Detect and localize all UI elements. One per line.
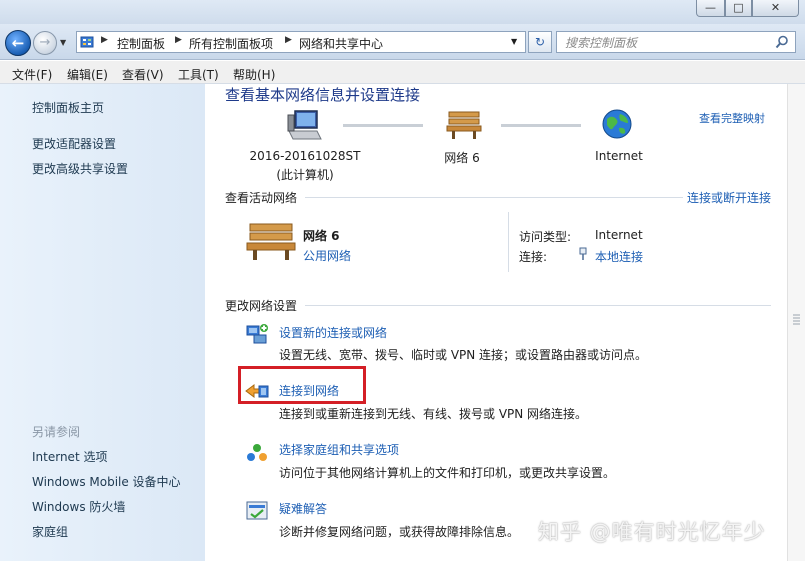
breadcrumb-separator[interactable]: ▶ — [285, 35, 292, 45]
setup-new-connection-desc: 设置无线、宽带、拨号、临时或 VPN 连接；或设置路由器或访问点。 — [279, 348, 648, 362]
connect-to-network-desc: 连接到或重新连接到无线、有线、拨号或 VPN 网络连接。 — [279, 407, 588, 421]
sidebar-link-advanced-sharing[interactable]: 更改高级共享设置 — [32, 160, 128, 177]
section-divider — [305, 197, 683, 198]
menu-edit[interactable]: 编辑(E) — [67, 66, 108, 83]
address-dropdown-icon[interactable]: ▼ — [511, 37, 517, 46]
computer-subtitle: (此计算机) — [276, 168, 334, 182]
breadcrumb-separator[interactable]: ▶ — [175, 35, 182, 45]
close-button[interactable]: ✕ — [752, 0, 799, 17]
homegroup-icon — [247, 444, 267, 461]
control-panel-icon — [80, 36, 94, 48]
breadcrumb-control-panel[interactable]: 控制面板 — [117, 35, 165, 52]
search-icon[interactable] — [775, 35, 789, 49]
homegroup-sharing-link[interactable]: 选择家庭组和共享选项 — [279, 441, 399, 458]
search-box[interactable] — [556, 31, 796, 53]
breadcrumb-separator[interactable]: ▶ — [101, 35, 108, 45]
bench-icon — [446, 111, 482, 139]
connections-label: 连接: — [519, 250, 548, 264]
section-divider — [305, 305, 771, 306]
highlight-box — [238, 366, 366, 404]
sidebar-link-adapter-settings[interactable]: 更改适配器设置 — [32, 135, 116, 152]
sidebar-link-windows-firewall[interactable]: Windows 防火墙 — [32, 498, 125, 515]
left-nav-pane: 控制面板主页 更改适配器设置 更改高级共享设置 另请参阅 Internet 选项… — [0, 84, 205, 561]
forward-button[interactable]: → — [33, 31, 57, 55]
menu-help[interactable]: 帮助(H) — [233, 66, 275, 83]
sidebar-link-control-panel-home[interactable]: 控制面板主页 — [32, 99, 104, 116]
map-connector — [343, 124, 423, 127]
map-internet-label: Internet — [595, 149, 643, 163]
vertical-divider — [508, 212, 509, 272]
breadcrumb-network-center[interactable]: 网络和共享中心 — [299, 35, 383, 52]
computer-icon — [287, 110, 322, 140]
refresh-button[interactable]: ↻ — [528, 31, 552, 53]
access-type-value: Internet — [595, 228, 643, 242]
menu-file[interactable]: 文件(F) — [12, 66, 52, 83]
ethernet-icon — [579, 247, 587, 260]
maximize-button[interactable]: □ — [725, 0, 752, 17]
search-input[interactable] — [565, 35, 765, 50]
map-connector — [501, 124, 581, 127]
network-bench-icon — [246, 223, 296, 260]
active-network-name: 网络 6 — [303, 229, 340, 243]
main-content: 查看基本网络信息并设置连接 查看完整映射 2016-20161028ST (此计… — [205, 84, 805, 561]
troubleshoot-desc: 诊断并修复网络问题，或获得故障排除信息。 — [279, 525, 520, 539]
see-also-heading: 另请参阅 — [32, 425, 81, 439]
setup-new-connection-link[interactable]: 设置新的连接或网络 — [279, 324, 387, 341]
address-bar[interactable]: ▶ 控制面板 ▶ 所有控制面板项 ▶ 网络和共享中心 ▼ — [76, 31, 526, 53]
page-title: 查看基本网络信息并设置连接 — [225, 86, 421, 104]
menu-view[interactable]: 查看(V) — [122, 66, 164, 83]
homegroup-sharing-desc: 访问位于其他网络计算机上的文件和打印机，或更改共享设置。 — [279, 466, 616, 480]
menu-tools[interactable]: 工具(T) — [178, 66, 219, 83]
sidebar-link-homegroup[interactable]: 家庭组 — [32, 523, 68, 540]
title-bar: — □ ✕ — [0, 0, 805, 24]
change-settings-label: 更改网络设置 — [225, 299, 298, 313]
access-type-label: 访问类型: — [519, 230, 572, 244]
view-full-map-link[interactable]: 查看完整映射 — [699, 110, 765, 126]
watermark: 知乎 @唯有时光忆年少 — [538, 520, 766, 544]
scrollbar[interactable] — [787, 84, 805, 561]
new-connection-icon — [246, 324, 268, 344]
navigation-bar: ← → ▼ ▶ 控制面板 ▶ 所有控制面板项 ▶ 网络和共享中心 ▼ ↻ — [0, 24, 805, 60]
recent-pages-dropdown[interactable]: ▼ — [60, 38, 66, 47]
scroll-grip-icon[interactable] — [791, 299, 802, 339]
computer-name: 2016-20161028ST — [249, 149, 361, 163]
local-connection-link[interactable]: 本地连接 — [595, 248, 643, 265]
active-networks-label: 查看活动网络 — [225, 191, 298, 205]
troubleshoot-icon — [246, 501, 268, 520]
sidebar-link-windows-mobile[interactable]: Windows Mobile 设备中心 — [32, 473, 181, 490]
connect-disconnect-link[interactable]: 连接或断开连接 — [687, 189, 771, 206]
menu-bar: 文件(F) 编辑(E) 查看(V) 工具(T) 帮助(H) — [0, 61, 805, 84]
breadcrumb-all-items[interactable]: 所有控制面板项 — [189, 35, 273, 52]
minimize-button[interactable]: — — [696, 0, 725, 17]
globe-icon — [602, 109, 632, 139]
sidebar-link-internet-options[interactable]: Internet 选项 — [32, 448, 107, 465]
map-network-name: 网络 6 — [444, 151, 480, 165]
troubleshoot-link[interactable]: 疑难解答 — [279, 500, 327, 517]
network-type-link[interactable]: 公用网络 — [303, 247, 351, 264]
back-button[interactable]: ← — [5, 30, 31, 56]
